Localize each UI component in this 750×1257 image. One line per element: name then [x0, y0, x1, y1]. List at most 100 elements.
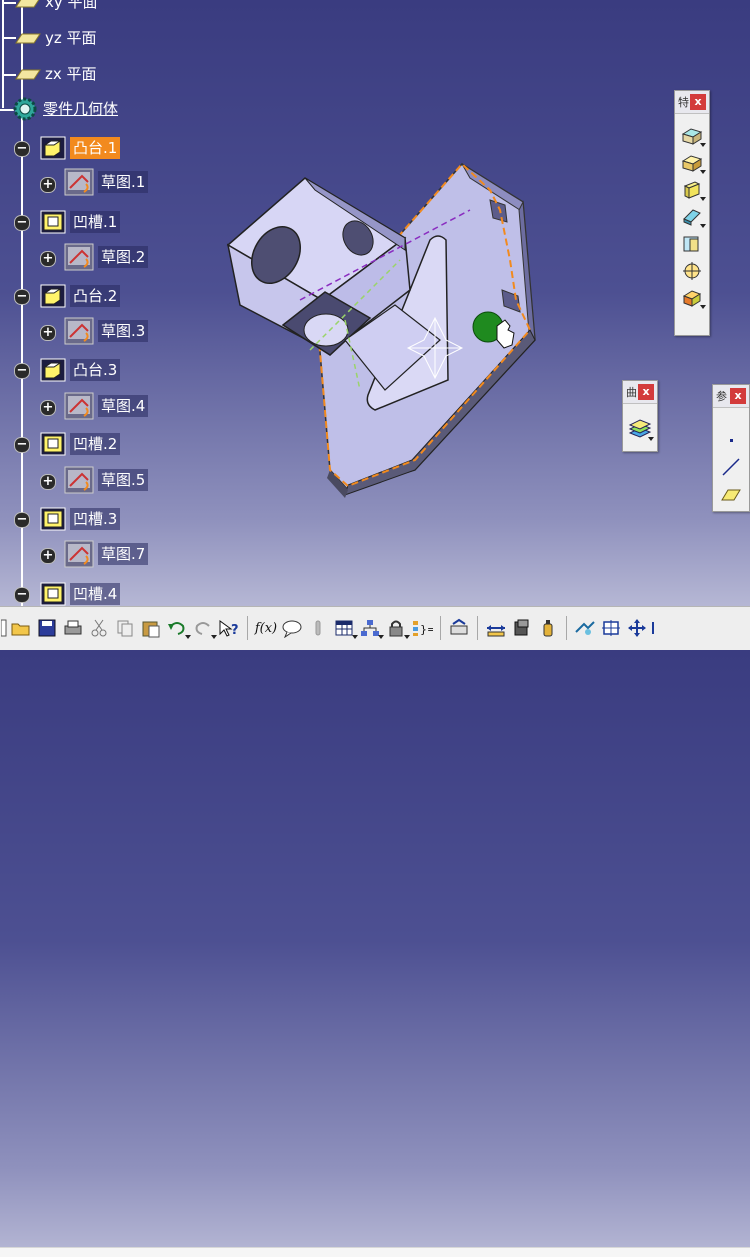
plane-tool-button[interactable]: [718, 481, 744, 507]
save-button[interactable]: [35, 616, 59, 640]
pad-icon: [40, 284, 66, 308]
tree-item-feature-6[interactable]: 凹槽.3: [40, 507, 121, 531]
pocket-tool-button[interactable]: [679, 150, 706, 176]
redo-button[interactable]: [191, 616, 217, 640]
rib-tool-button[interactable]: [679, 258, 705, 284]
tree-item-sketch-4[interactable]: 草图.4: [64, 392, 149, 420]
tree-item-xy-plane[interactable]: xy 平面: [12, 0, 101, 14]
expand-toggle[interactable]: +: [40, 548, 56, 564]
surface-toolbar[interactable]: 曲 x: [622, 380, 658, 452]
tree-item-sketch-7[interactable]: 草图.7: [64, 540, 149, 568]
cut-button[interactable]: [87, 616, 111, 640]
sensor-button[interactable]: [306, 616, 330, 640]
copy-button[interactable]: [113, 616, 137, 640]
fly-mode-button[interactable]: [573, 616, 597, 640]
rib-tool-icon: [683, 262, 701, 280]
material-icon: [514, 619, 529, 636]
pocket-icon: [40, 432, 66, 456]
collapse-toggle[interactable]: −: [14, 141, 30, 157]
update-button[interactable]: [447, 616, 471, 640]
measure-button[interactable]: [484, 616, 508, 640]
pan-button[interactable]: [625, 616, 649, 640]
toolbar-titlebar[interactable]: 曲 x: [623, 381, 657, 404]
rotate-button[interactable]: [651, 616, 659, 640]
tree-item-feature-7[interactable]: 凹槽.4: [40, 582, 121, 606]
tree-item-yz-plane[interactable]: yz 平面: [12, 26, 100, 50]
sensor-icon: [315, 620, 321, 636]
knowledge-button[interactable]: [358, 616, 384, 640]
tree-item-sketch-3[interactable]: 草图.3: [64, 317, 149, 345]
tree-item-sketch-5[interactable]: 草图.5: [64, 466, 149, 494]
standard-toolbar-row: ? f(x) }=: [0, 615, 660, 641]
new-file-icon: [1, 619, 7, 637]
feature-toolbar[interactable]: 特 x: [674, 90, 710, 336]
help-button[interactable]: ?: [217, 616, 241, 640]
reference-toolbar[interactable]: 参 x: [712, 384, 750, 512]
expand-toggle[interactable]: +: [40, 400, 56, 416]
fit-all-button[interactable]: [599, 616, 623, 640]
sketch-icon: [64, 317, 94, 345]
tree-item-sketch-2[interactable]: 草图.2: [64, 243, 149, 271]
close-button[interactable]: x: [730, 388, 746, 404]
close-button[interactable]: x: [690, 94, 706, 110]
tree-item-feature-1[interactable]: 凸台.1: [40, 136, 121, 160]
undo-button[interactable]: [165, 616, 191, 640]
print-button[interactable]: [61, 616, 85, 640]
expand-toggle[interactable]: +: [40, 474, 56, 490]
collapse-toggle[interactable]: −: [14, 437, 30, 453]
open-button[interactable]: [9, 616, 33, 640]
rotate-icon: [652, 622, 654, 634]
close-button[interactable]: x: [638, 384, 654, 400]
expand-toggle[interactable]: +: [40, 177, 56, 193]
inertia-button[interactable]: [536, 616, 560, 640]
formula-button[interactable]: f(x): [254, 616, 278, 640]
surface-stack-button[interactable]: [627, 417, 654, 443]
toolbar-title: 参: [716, 390, 727, 403]
toolbar-titlebar[interactable]: 特 x: [675, 91, 709, 114]
new-button[interactable]: [1, 616, 7, 640]
toolbar-titlebar[interactable]: 参 x: [713, 385, 749, 408]
tree-item-feature-2[interactable]: 凹槽.1: [40, 210, 121, 234]
equation-button[interactable]: }=: [410, 616, 434, 640]
tree-item-feature-3[interactable]: 凸台.2: [40, 284, 121, 308]
tree-item-feature-5[interactable]: 凹槽.2: [40, 432, 121, 456]
measure-icon: [487, 625, 505, 637]
sketch-label: 草图.1: [98, 171, 149, 193]
sketch-label: 草图.3: [98, 320, 149, 342]
status-strip: [0, 1247, 750, 1257]
paste-button[interactable]: [139, 616, 163, 640]
hole-tool-button[interactable]: [679, 231, 705, 257]
tree-item-zx-plane[interactable]: zx 平面: [12, 62, 100, 86]
tree-item-part-body[interactable]: 零件几何体: [10, 97, 121, 121]
pad-icon: [40, 136, 66, 160]
fly-icon: [575, 621, 595, 635]
pocket-icon: [40, 210, 66, 234]
feature-label: 凹槽.4: [70, 583, 121, 605]
fit-all-icon: [602, 620, 620, 636]
collapse-toggle[interactable]: −: [14, 363, 30, 379]
point-tool-button[interactable]: [718, 427, 744, 453]
comment-button[interactable]: [280, 616, 304, 640]
feature-label: 凸台.3: [70, 359, 121, 381]
collapse-toggle[interactable]: −: [14, 289, 30, 305]
brace-equals-icon: }=: [413, 621, 433, 636]
tree-item-sketch-1[interactable]: 草图.1: [64, 168, 149, 196]
tree-item-feature-4[interactable]: 凸台.3: [40, 358, 121, 382]
table-button[interactable]: [332, 616, 358, 640]
shaft-tool-button[interactable]: [679, 177, 706, 203]
groove-tool-button[interactable]: [679, 204, 706, 230]
collapse-toggle[interactable]: −: [14, 215, 30, 231]
expand-toggle[interactable]: +: [40, 251, 56, 267]
expand-toggle[interactable]: +: [40, 325, 56, 341]
sketch-label: 草图.4: [98, 395, 149, 417]
pan-icon: [628, 619, 646, 637]
line-tool-button[interactable]: [718, 454, 744, 480]
pad-tool-button[interactable]: [679, 123, 706, 149]
feature-label: 凹槽.2: [70, 433, 121, 455]
collapse-toggle[interactable]: −: [14, 512, 30, 528]
material-button[interactable]: [510, 616, 534, 640]
collapse-toggle[interactable]: −: [14, 587, 30, 603]
slot-tool-button[interactable]: [679, 285, 706, 311]
lock-button[interactable]: [384, 616, 410, 640]
sketch-label: 草图.7: [98, 543, 149, 565]
